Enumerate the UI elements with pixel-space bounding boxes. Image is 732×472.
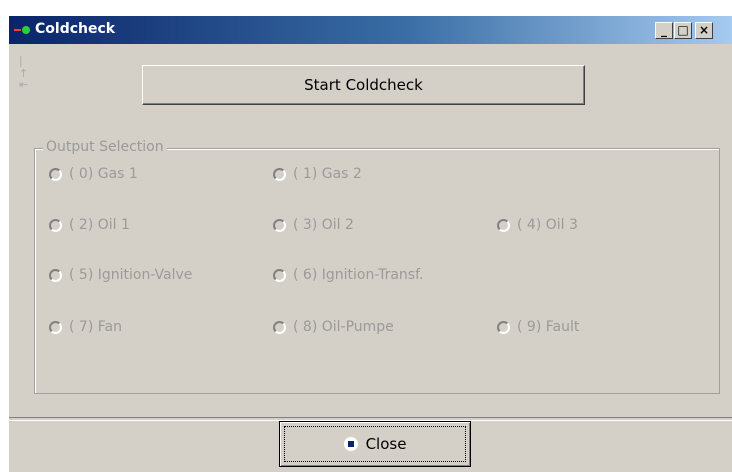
- radio-icon: [49, 268, 62, 282]
- minimize-button[interactable]: _: [655, 22, 673, 39]
- radio-ignition-transf[interactable]: ( 6) Ignition-Transf.: [273, 267, 423, 283]
- radio-label: ( 0) Gas 1: [69, 166, 138, 182]
- app-icon: [14, 26, 30, 34]
- radio-label: ( 2) Oil 1: [69, 217, 130, 233]
- coldcheck-window: Coldcheck _ □ × |↑ ⇤ Start Coldcheck Out…: [9, 16, 732, 472]
- radio-gas-1[interactable]: ( 0) Gas 1: [49, 166, 138, 182]
- radio-icon: [497, 218, 510, 232]
- radio-gas-2[interactable]: ( 1) Gas 2: [273, 166, 362, 182]
- radio-icon: [49, 320, 62, 334]
- maximize-button[interactable]: □: [674, 22, 692, 39]
- radio-label: ( 6) Ignition-Transf.: [293, 267, 424, 283]
- radio-oil-1[interactable]: ( 2) Oil 1: [49, 217, 130, 233]
- close-button-focus: Close: [284, 426, 466, 462]
- radio-label: ( 3) Oil 2: [293, 217, 354, 233]
- close-window-button[interactable]: ×: [695, 22, 713, 39]
- output-selection-group: Output Selection ( 0) Gas 1 ( 1) Gas 2 (…: [34, 139, 720, 394]
- radio-label: ( 4) Oil 3: [517, 217, 578, 233]
- radio-oil-3[interactable]: ( 4) Oil 3: [497, 217, 578, 233]
- arrow-icon: ⇤: [19, 78, 29, 91]
- radio-icon: [49, 167, 62, 181]
- window-body: |↑ ⇤ Start Coldcheck Output Selection ( …: [9, 44, 732, 472]
- close-button-label: Close: [365, 435, 407, 453]
- radio-label: ( 7) Fan: [69, 319, 122, 335]
- radio-icon: [273, 320, 286, 334]
- radio-fan[interactable]: ( 7) Fan: [49, 319, 122, 335]
- radio-icon: [497, 320, 510, 334]
- radio-ignition-valve[interactable]: ( 5) Ignition-Valve: [49, 267, 192, 283]
- radio-label: ( 5) Ignition-Valve: [69, 267, 193, 283]
- radio-icon: [273, 268, 286, 282]
- radio-oil-pumpe[interactable]: ( 8) Oil-Pumpe: [273, 319, 394, 335]
- radio-label: ( 8) Oil-Pumpe: [293, 319, 394, 335]
- title-bar[interactable]: Coldcheck _ □ ×: [9, 16, 732, 44]
- radio-oil-2[interactable]: ( 3) Oil 2: [273, 217, 354, 233]
- radio-fault[interactable]: ( 9) Fault: [497, 319, 579, 335]
- start-coldcheck-button[interactable]: Start Coldcheck: [142, 65, 585, 105]
- radio-icon: [273, 167, 286, 181]
- stop-icon: [343, 437, 358, 451]
- radio-label: ( 9) Fault: [517, 319, 580, 335]
- group-legend: Output Selection: [43, 139, 167, 155]
- window-title: Coldcheck: [35, 21, 116, 37]
- radio-icon: [273, 218, 286, 232]
- cursor-icon: |↑: [19, 54, 29, 80]
- radio-label: ( 1) Gas 2: [293, 166, 362, 182]
- radio-icon: [49, 218, 62, 232]
- close-button[interactable]: Close: [279, 421, 471, 467]
